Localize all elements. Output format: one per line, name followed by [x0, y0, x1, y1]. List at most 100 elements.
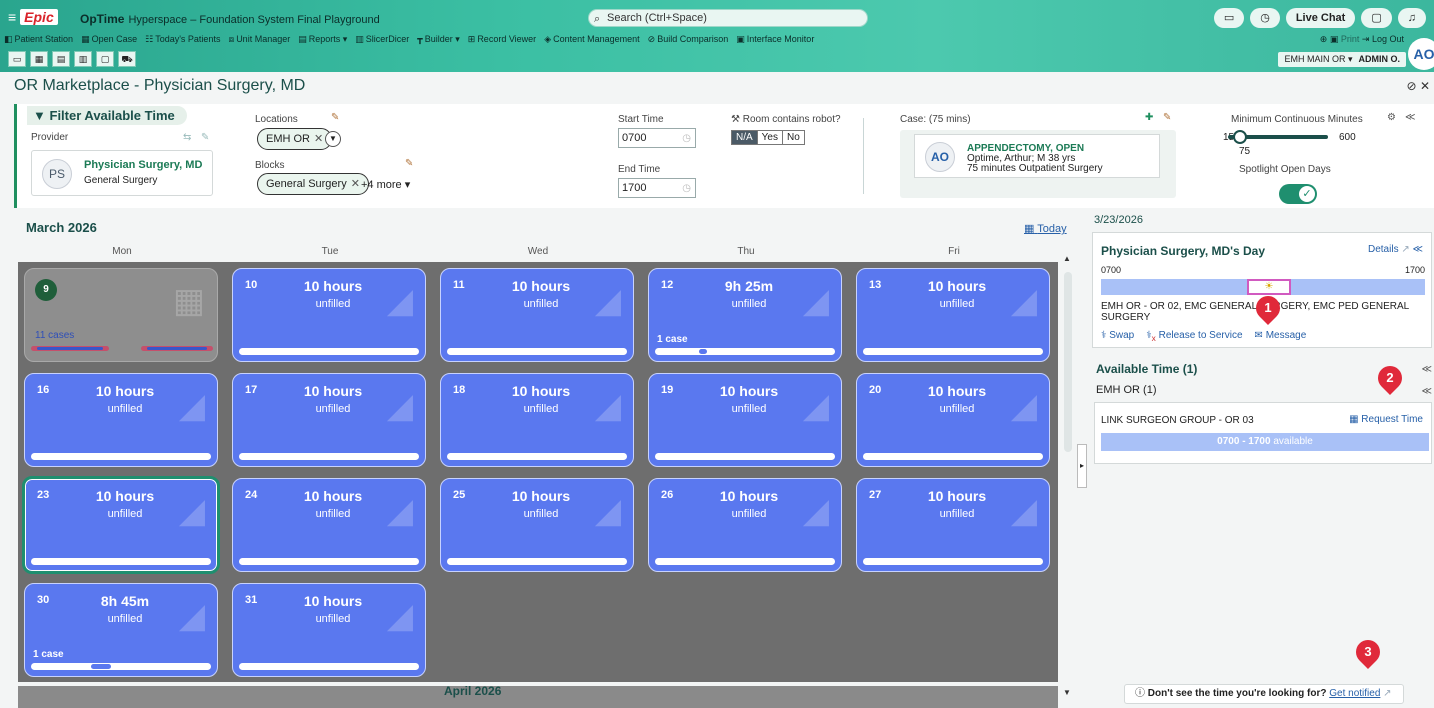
nav-reports[interactable]: ▤ Reports ▾ — [298, 34, 347, 48]
calendar-day[interactable]: 20 10 hours unfilled ◢ — [856, 373, 1050, 467]
nav-interface-monitor[interactable]: ▣ Interface Monitor — [736, 34, 814, 48]
fill-status: unfilled — [939, 508, 975, 520]
calendar-day[interactable]: 11 10 hours unfilled ◢ — [440, 268, 634, 362]
remove-location-icon[interactable]: ✕ — [314, 133, 323, 145]
collapse-available-icon[interactable]: ≪ — [1422, 364, 1432, 375]
edit-provider-icon[interactable]: ✎ — [201, 132, 209, 143]
toolbar-button-1[interactable]: ▭ — [8, 51, 26, 67]
page-title: OR Marketplace - Physician Surgery, MD — [14, 77, 306, 94]
slider-handle[interactable] — [1233, 130, 1247, 144]
details-link[interactable]: Details ↗ ≪ — [1368, 244, 1423, 255]
filter-header[interactable]: ▼ Filter Available Time — [27, 106, 187, 125]
weekday-wed: Wed — [527, 246, 549, 257]
nav-unit-manager[interactable]: ⧈ Unit Manager — [228, 34, 290, 48]
swap-provider-icon[interactable]: ⇆ — [183, 132, 191, 143]
calendar-day[interactable]: 13 10 hours unfilled ◢ — [856, 268, 1050, 362]
collapse-group-icon[interactable]: ≪ — [1422, 386, 1432, 397]
get-notified-link[interactable]: Get notified — [1329, 688, 1380, 699]
calendar-day[interactable]: 24 10 hours unfilled ◢ — [232, 478, 426, 572]
calendar-day[interactable]: 9 ▦ 11 cases — [24, 268, 218, 362]
user-avatar[interactable]: AO — [1408, 38, 1434, 70]
scrollbar-thumb[interactable] — [1064, 272, 1072, 452]
calendar-day[interactable]: 19 10 hours unfilled ◢ — [648, 373, 842, 467]
blocks-more-dropdown[interactable]: +4 more ▾ — [361, 178, 410, 191]
department-selector[interactable]: EMH MAIN OR ▾ ADMIN O. — [1278, 52, 1406, 67]
request-time-button[interactable]: ▦ Request Time — [1349, 414, 1423, 425]
global-search-input[interactable]: ⌕ Search (Ctrl+Space) — [588, 9, 868, 27]
today-button[interactable]: ▦ Today — [1024, 222, 1067, 235]
calendar-day[interactable]: 31 10 hours unfilled ◢ — [232, 583, 426, 677]
collapse-icon[interactable]: ≪ — [1413, 244, 1423, 255]
provider-specialty: General Surgery — [84, 175, 158, 186]
cart-icon[interactable]: ⛟ — [118, 51, 136, 67]
calendar-day[interactable]: 17 10 hours unfilled ◢ — [232, 373, 426, 467]
toolbar-button-5[interactable]: ▢ — [96, 51, 114, 67]
nav-open-case[interactable]: ▦ Open Case — [81, 34, 137, 48]
message-button[interactable]: ✉ Message — [1255, 330, 1307, 343]
toolbar-button-4[interactable]: ▥ — [74, 51, 92, 67]
help-icon[interactable]: ⊕ — [1320, 34, 1328, 44]
start-time-input[interactable]: 0700 ◷ — [618, 128, 696, 148]
robot-option-no[interactable]: No — [783, 131, 804, 144]
nav-builder[interactable]: ┳ Builder ▾ — [417, 34, 459, 48]
close-icon[interactable]: ✕ — [1420, 79, 1430, 93]
spotlight-toggle[interactable]: ✓ — [1279, 184, 1317, 204]
add-case-icon[interactable]: ✚ — [1145, 112, 1153, 123]
calendar-day-selected[interactable]: 23 10 hours unfilled ◢ — [22, 476, 220, 574]
logout-button[interactable]: Log Out — [1372, 34, 1404, 44]
toolbar-button-2[interactable]: ▦ — [30, 51, 48, 67]
scroll-down-icon[interactable]: ▼ — [1063, 688, 1071, 697]
nav-patient-station[interactable]: ◧ Patient Station — [4, 34, 73, 48]
nav-build-comparison[interactable]: ⊘ Build Comparison — [648, 34, 729, 48]
case-block[interactable]: ☀ — [1247, 279, 1291, 295]
live-chat-button[interactable]: Live Chat — [1285, 8, 1356, 28]
clock-button[interactable]: ◷ — [1250, 8, 1280, 28]
edit-case-icon[interactable]: ✎ — [1163, 112, 1171, 123]
provider-card[interactable]: PS Physician Surgery, MD General Surgery — [31, 150, 213, 196]
end-time-input[interactable]: 1700 ◷ — [618, 178, 696, 198]
edit-locations-icon[interactable]: ✎ — [331, 112, 339, 123]
calendar-day[interactable]: 25 10 hours unfilled ◢ — [440, 478, 634, 572]
patient-avatar: AO — [925, 142, 955, 172]
help-circle-icon[interactable]: ⊘ — [1407, 79, 1417, 93]
remove-block-icon[interactable]: ✕ — [351, 178, 360, 190]
nav-record-viewer[interactable]: ⊞ Record Viewer — [468, 34, 536, 48]
calendar-day[interactable]: 10 10 hours unfilled ◢ — [232, 268, 426, 362]
robot-option-yes[interactable]: Yes — [757, 131, 783, 144]
calendar-day[interactable]: 12 9h 25m unfilled ◢ 1 case — [648, 268, 842, 362]
block-chip[interactable]: General Surgery ✕ — [257, 173, 369, 195]
chat-bubble-button[interactable]: ▢ — [1361, 8, 1392, 28]
locations-dropdown-icon[interactable]: ▼ — [325, 131, 341, 147]
day-number: 24 — [245, 489, 258, 501]
nav-content-management[interactable]: ◈ Content Management — [544, 34, 639, 48]
toolbar-button-3[interactable]: ▤ — [52, 51, 70, 67]
search-icon: ⌕ — [594, 13, 601, 25]
secure-icon[interactable]: ▣ — [1330, 34, 1339, 44]
print-button[interactable]: Print — [1341, 34, 1360, 44]
calendar-day[interactable]: 16 10 hours unfilled ◢ — [24, 373, 218, 467]
scroll-up-icon[interactable]: ▲ — [1063, 254, 1071, 263]
calendar-day[interactable]: 26 10 hours unfilled ◢ — [648, 478, 842, 572]
robot-option-na[interactable]: N/A — [732, 131, 758, 144]
print-screen-button[interactable]: ▭ — [1213, 8, 1245, 28]
notifications-bell-icon[interactable]: ♫ — [1397, 8, 1426, 28]
calendar-day[interactable]: 27 10 hours unfilled ◢ — [856, 478, 1050, 572]
collapse-icon[interactable]: ≪ — [1405, 112, 1415, 123]
location-chip[interactable]: EMH OR ✕ — [257, 128, 333, 150]
settings-icon[interactable]: ⚙ — [1387, 112, 1396, 123]
release-to-service-button[interactable]: ⚕x Release to Service — [1146, 330, 1242, 343]
slot-availability-bar[interactable]: 0700 - 1700 available — [1101, 433, 1429, 451]
calendar-day[interactable]: 18 10 hours unfilled ◢ — [440, 373, 634, 467]
calendar-day[interactable]: 30 8h 45m unfilled ◢ 1 case — [24, 583, 218, 677]
collapse-sidebar-handle[interactable]: ▸ — [1077, 444, 1087, 488]
edit-blocks-icon[interactable]: ✎ — [405, 158, 413, 169]
case-card[interactable]: AO APPENDECTOMY, OPEN Optime, Arthur; M … — [914, 134, 1160, 178]
nav-slicerdicer[interactable]: ▥ SlicerDicer — [355, 34, 409, 48]
epic-menu-button[interactable]: ≡ Epic — [8, 9, 58, 25]
annotation-pin-1: 1 — [1251, 291, 1285, 325]
nav-todays-patients[interactable]: ☷ Today's Patients — [145, 34, 220, 48]
calendar-scrollbar[interactable]: ▲ ▼ — [1062, 254, 1074, 697]
day-number: 9 — [35, 279, 57, 301]
swap-button[interactable]: ⚕ Swap — [1101, 330, 1134, 343]
fill-status: unfilled — [315, 508, 351, 520]
